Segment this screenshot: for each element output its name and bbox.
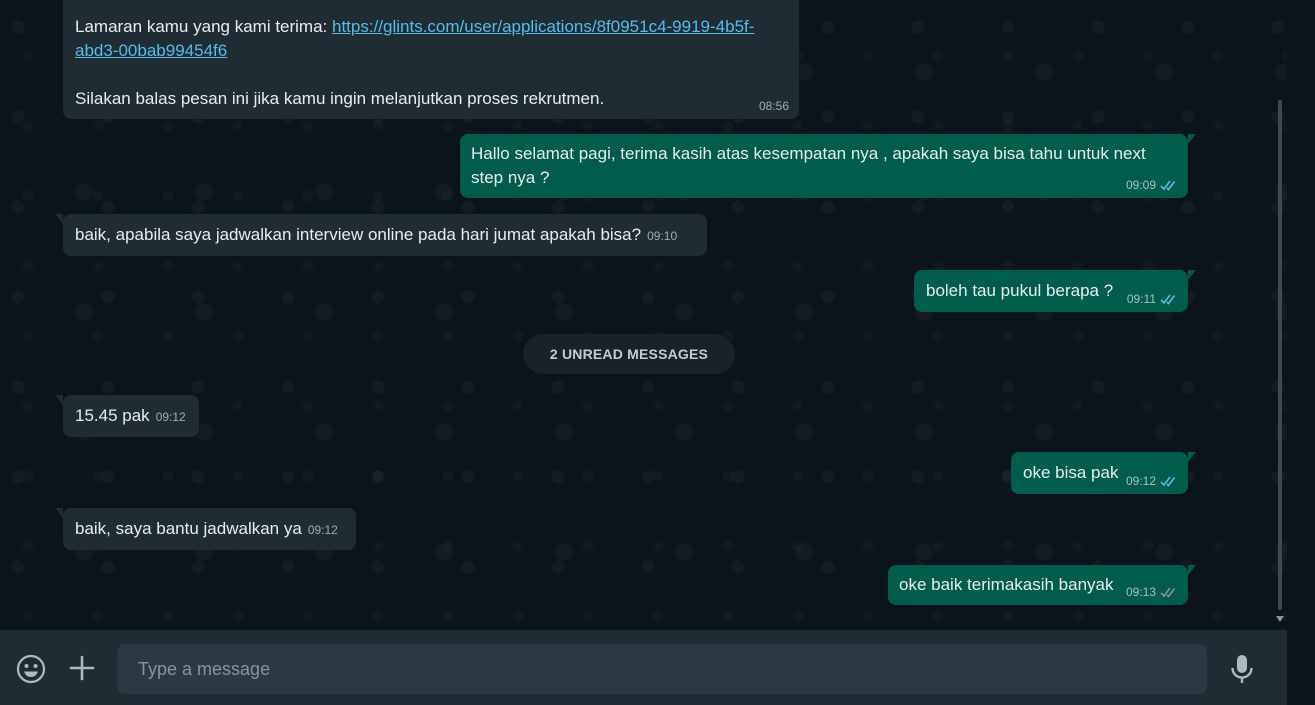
message-text: boleh tau pukul berapa ? [926, 281, 1114, 300]
message-outgoing: boleh tau pukul berapa ? 09:11 [914, 270, 1196, 312]
message-time: 08:56 [758, 99, 789, 113]
message-body: Lamaran kamu yang kami terima: https://g… [75, 15, 795, 111]
message-text: baik, saya bantu jadwalkan ya [75, 519, 302, 538]
message-incoming: 15.45 pak 09:12 [55, 395, 199, 437]
scrollbar-thumb[interactable] [1278, 100, 1282, 610]
message-time: 09:11 [1126, 292, 1156, 306]
message-text: Silakan balas pesan ini jika kamu ingin … [75, 89, 605, 108]
double-check-icon [1160, 294, 1176, 305]
message-incoming: baik, apabila saya jadwalkan interview o… [55, 214, 707, 256]
message-text: 15.45 pak [75, 406, 150, 425]
unread-messages-divider: 2 UNREAD MESSAGES [523, 334, 735, 374]
application-link-continued[interactable]: abd3-00bab99454f6 [75, 41, 227, 60]
message-outgoing: Hallo selamat pagi, terima kasih atas ke… [460, 134, 1196, 198]
message-text: baik, apabila saya jadwalkan interview o… [75, 225, 642, 244]
message-time: 09:12 [155, 410, 186, 424]
emoji-icon[interactable] [15, 653, 47, 685]
message-text: Hallo selamat pagi, terima kasih atas ke… [471, 144, 1146, 163]
message-time: 09:12 [307, 523, 338, 537]
message-outgoing: oke baik terimakasih banyak 09:13 [888, 565, 1196, 605]
message-time: 09:09 [1125, 178, 1156, 192]
message-text: step nya ? [471, 168, 550, 187]
double-check-icon [1160, 587, 1176, 598]
application-link[interactable]: https://glints.com/user/applications/8f0… [332, 17, 754, 36]
double-check-icon [1160, 476, 1176, 487]
double-check-icon [1160, 180, 1176, 191]
scroll-down-arrow-icon[interactable] [1276, 616, 1284, 622]
scrollbar[interactable] [1276, 100, 1284, 610]
message-text: oke baik terimakasih banyak [899, 575, 1114, 594]
message-composer [0, 630, 1287, 705]
message-time: 09:10 [647, 229, 678, 243]
mic-icon[interactable] [1226, 652, 1258, 686]
message-incoming: baik, saya bantu jadwalkan ya 09:12 [55, 508, 356, 550]
message-outgoing: oke bisa pak 09:12 [1011, 452, 1196, 494]
message-time: 09:13 [1125, 585, 1156, 599]
plus-icon[interactable] [67, 653, 97, 683]
chat-panel: Lamaran kamu yang kami terima: https://g… [0, 0, 1287, 630]
message-time: 09:12 [1125, 474, 1156, 488]
message-text: oke bisa pak [1023, 463, 1119, 482]
message-body: Hallo selamat pagi, terima kasih atas ke… [471, 142, 1171, 190]
message-incoming: Lamaran kamu yang kami terima: https://g… [63, 0, 799, 119]
message-text: Lamaran kamu yang kami terima: [75, 17, 332, 36]
message-input[interactable] [117, 644, 1207, 694]
message-input-box[interactable] [117, 644, 1207, 694]
right-gutter [1287, 0, 1315, 705]
